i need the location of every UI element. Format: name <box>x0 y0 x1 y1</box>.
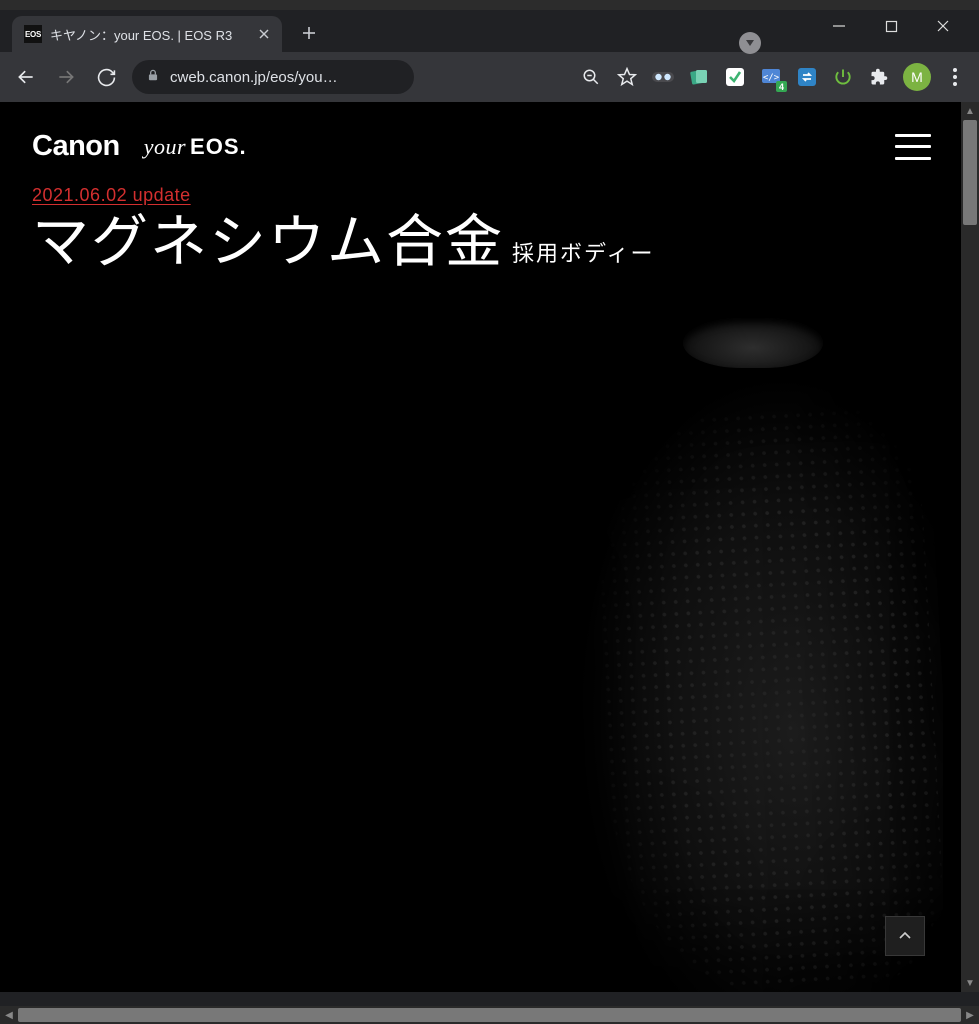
tab-title: キヤノン：your EOS. | EOS R3 <box>50 25 248 44</box>
camera-top-plate <box>683 318 823 368</box>
window-maximize-button[interactable] <box>877 14 905 38</box>
window-close-button[interactable] <box>929 14 957 38</box>
scroll-thumb[interactable] <box>963 120 977 225</box>
address-text: cweb.canon.jp/eos/you… <box>170 69 400 86</box>
address-bar[interactable]: cweb.canon.jp/eos/you… <box>132 60 414 94</box>
browser-tab[interactable]: EOS キヤノン：your EOS. | EOS R3 <box>12 16 282 52</box>
profile-avatar[interactable]: M <box>903 63 931 91</box>
window-titlebar <box>0 0 979 10</box>
tab-favicon: EOS <box>24 25 42 43</box>
kebab-menu-icon[interactable] <box>939 61 971 93</box>
zoom-out-icon[interactable] <box>575 63 607 91</box>
headline-main: マグネシウム合金 <box>32 210 504 276</box>
vertical-scrollbar[interactable]: ▲ ▼ <box>961 102 979 992</box>
window-minimize-button[interactable] <box>825 14 853 38</box>
hero-section: 2021.06.02 update マグネシウム合金 採用ボディー <box>0 177 961 284</box>
back-to-top-button[interactable] <box>885 916 925 956</box>
media-control-icon[interactable] <box>739 32 761 54</box>
brand-logos: Canon yourEOS. <box>32 130 247 163</box>
headline-sub: 採用ボディー <box>512 236 654 268</box>
canon-logo[interactable]: Canon <box>32 130 120 163</box>
reload-button[interactable] <box>88 59 124 95</box>
camera-grip <box>547 372 943 992</box>
scroll-right-arrow-icon[interactable]: ▶ <box>961 1006 979 1024</box>
headline: マグネシウム合金 採用ボディー <box>32 210 929 276</box>
update-date-link[interactable]: 2021.06.02 update <box>32 185 191 205</box>
horizontal-scrollbar[interactable]: ◀ ▶ <box>0 1006 979 1024</box>
page-viewport: Canon yourEOS. 2021.06.02 update マグネシウム合… <box>0 102 979 992</box>
extension-goggles-icon[interactable] <box>647 63 679 91</box>
forward-button[interactable] <box>48 59 84 95</box>
scroll-left-arrow-icon[interactable]: ◀ <box>0 1006 18 1024</box>
extension-power-icon[interactable] <box>827 63 859 91</box>
your-eos-your: your <box>144 134 186 159</box>
camera-hero-image <box>483 302 943 992</box>
new-tab-button[interactable] <box>294 18 324 48</box>
extensions-puzzle-icon[interactable] <box>863 63 895 91</box>
page-content: Canon yourEOS. 2021.06.02 update マグネシウム合… <box>0 102 961 992</box>
browser-toolbar: cweb.canon.jp/eos/you… <box>0 52 979 102</box>
extension-badge: 4 <box>776 81 787 92</box>
lock-icon <box>146 68 160 86</box>
extension-swap-icon[interactable] <box>791 63 823 91</box>
back-button[interactable] <box>8 59 44 95</box>
site-header: Canon yourEOS. <box>0 102 961 177</box>
extension-devtools-icon[interactable]: </> 4 <box>755 63 787 91</box>
hscroll-track[interactable] <box>18 1006 961 1024</box>
scroll-up-arrow-icon[interactable]: ▲ <box>961 102 979 120</box>
bookmark-star-icon[interactable] <box>611 63 643 91</box>
scroll-track[interactable] <box>961 120 979 974</box>
scroll-down-arrow-icon[interactable]: ▼ <box>961 974 979 992</box>
your-eos-eos: EOS. <box>190 134 247 159</box>
hamburger-menu-icon[interactable] <box>895 134 931 160</box>
extension-docs-icon[interactable] <box>683 63 715 91</box>
tab-close-icon[interactable] <box>256 26 272 42</box>
extension-checkmark-icon[interactable] <box>719 63 751 91</box>
hscroll-thumb[interactable] <box>18 1008 961 1022</box>
your-eos-logo[interactable]: yourEOS. <box>144 134 247 160</box>
